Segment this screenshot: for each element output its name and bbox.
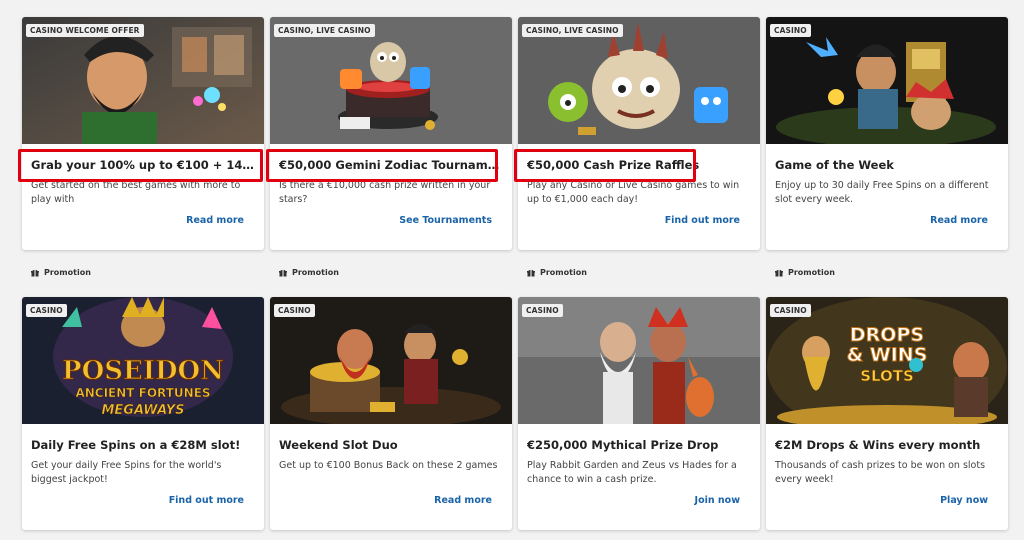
card-image-daily-free-spins[interactable]: POSEIDON ANCIENT FORTUNES MEGAWAYS CASIN…: [22, 297, 264, 424]
promotion-label: Promotion: [279, 268, 339, 277]
promo-card-gemini-tournament[interactable]: CASINO, LIVE CASINO €50,000 Gemini Zodia…: [270, 17, 512, 250]
gift-icon: [527, 269, 535, 277]
read-more-link[interactable]: Read more: [434, 495, 492, 506]
poseidon-logo-subtitle: ANCIENT FORTUNES: [75, 386, 210, 400]
promotion-text: Promotion: [292, 268, 339, 277]
card-title[interactable]: Weekend Slot Duo: [279, 438, 503, 452]
card-description: Thousands of cash prizes to be won on sl…: [775, 460, 986, 485]
card-title[interactable]: Game of the Week: [775, 158, 999, 172]
promo-card-mythical-prize-drop[interactable]: CASINO €250,000 Mythical Prize Drop Play…: [518, 297, 760, 530]
promotion-text: Promotion: [788, 268, 835, 277]
card-image-welcome-offer[interactable]: CASINO WELCOME OFFER: [22, 17, 264, 144]
find-out-more-link[interactable]: Find out more: [169, 495, 244, 506]
card-description: Get your daily Free Spins for the world'…: [31, 460, 222, 485]
play-now-link[interactable]: Play now: [940, 495, 988, 506]
card-title[interactable]: €50,000 Cash Prize Raffles: [527, 158, 751, 172]
card-description: Get up to €100 Bonus Back on these 2 gam…: [279, 460, 498, 471]
category-tag: CASINO: [770, 304, 811, 317]
promotion-text: Promotion: [44, 268, 91, 277]
category-tag: CASINO: [770, 24, 811, 37]
card-description: Enjoy up to 30 daily Free Spins on a dif…: [775, 180, 989, 205]
drops-wins-logo-slots: SLOTS: [860, 367, 914, 385]
card-title[interactable]: €50,000 Gemini Zodiac Tournament: [279, 158, 503, 172]
promotion-label: Promotion: [775, 268, 835, 277]
category-tag: CASINO, LIVE CASINO: [274, 24, 375, 37]
card-description: Is there a €10,000 cash prize written in…: [279, 180, 491, 205]
card-image-cash-raffles[interactable]: CASINO, LIVE CASINO: [518, 17, 760, 144]
promo-card-weekend-slot-duo[interactable]: CASINO Weekend Slot Duo Get up to €100 B…: [270, 297, 512, 530]
card-image-gemini-tournament[interactable]: CASINO, LIVE CASINO: [270, 17, 512, 144]
card-title[interactable]: €250,000 Mythical Prize Drop: [527, 438, 751, 452]
read-more-link[interactable]: Read more: [186, 215, 244, 226]
category-tag: CASINO: [26, 304, 67, 317]
read-more-link[interactable]: Read more: [930, 215, 988, 226]
find-out-more-link[interactable]: Find out more: [665, 215, 740, 226]
gift-icon: [31, 269, 39, 277]
promo-card-game-of-week[interactable]: CASINO Game of the Week Enjoy up to 30 d…: [766, 17, 1008, 250]
promo-card-welcome-offer[interactable]: CASINO WELCOME OFFER Grab your 100% up t…: [22, 17, 264, 250]
card-title[interactable]: €2M Drops & Wins every month: [775, 438, 999, 452]
card-image-weekend-slot-duo[interactable]: CASINO: [270, 297, 512, 424]
category-tag: CASINO: [522, 304, 563, 317]
card-description: Get started on the best games with more …: [31, 180, 241, 205]
card-image-mythical-prize-drop[interactable]: CASINO: [518, 297, 760, 424]
card-description: Play any Casino or Live Casino games to …: [527, 180, 740, 205]
card-title[interactable]: Daily Free Spins on a €28M slot!: [31, 438, 255, 452]
gift-icon: [775, 269, 783, 277]
poseidon-logo-text: POSEIDON: [62, 356, 224, 386]
drops-wins-logo-line1: DROPS: [850, 324, 924, 346]
promotion-label: Promotion: [31, 268, 91, 277]
promo-card-drops-and-wins[interactable]: DROPS & WINS SLOTS CASINO €2M Drops & Wi…: [766, 297, 1008, 530]
promotion-text: Promotion: [540, 268, 587, 277]
card-title[interactable]: Grab your 100% up to €100 + 140 Free Spi…: [31, 158, 255, 172]
megaways-logo-text: MEGAWAYS: [101, 403, 184, 418]
category-tag: CASINO: [274, 304, 315, 317]
card-description: Play Rabbit Garden and Zeus vs Hades for…: [527, 460, 737, 485]
card-image-game-of-week[interactable]: CASINO: [766, 17, 1008, 144]
category-tag: CASINO, LIVE CASINO: [522, 24, 623, 37]
card-image-drops-and-wins[interactable]: DROPS & WINS SLOTS CASINO: [766, 297, 1008, 424]
gift-icon: [279, 269, 287, 277]
category-tag: CASINO WELCOME OFFER: [26, 24, 144, 37]
promo-card-daily-free-spins[interactable]: POSEIDON ANCIENT FORTUNES MEGAWAYS CASIN…: [22, 297, 264, 530]
promo-card-cash-raffles[interactable]: CASINO, LIVE CASINO €50,000 Cash Prize R…: [518, 17, 760, 250]
promotion-label: Promotion: [527, 268, 587, 277]
join-now-link[interactable]: Join now: [695, 495, 740, 506]
see-tournaments-link[interactable]: See Tournaments: [399, 215, 492, 226]
